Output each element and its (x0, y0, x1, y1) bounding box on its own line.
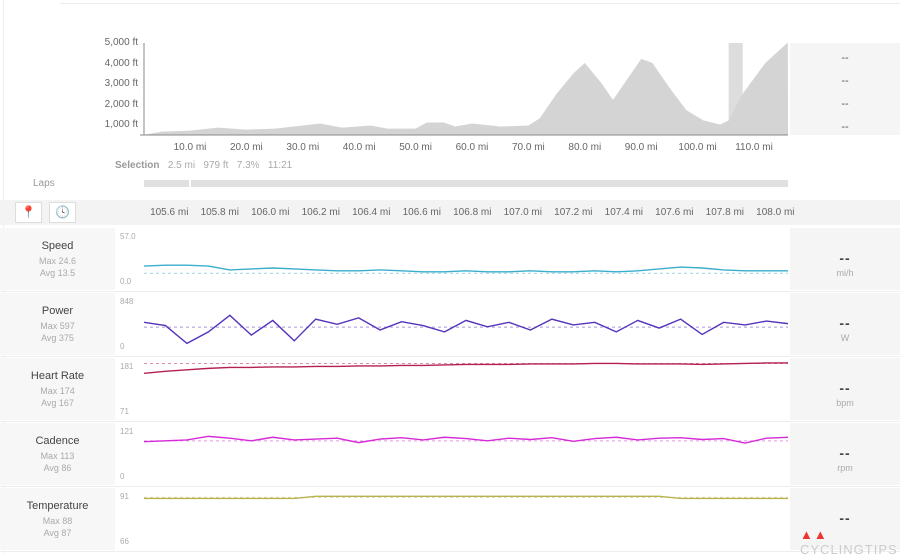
selection-label: Selection (115, 160, 160, 171)
metric-unit: rpm (837, 463, 853, 473)
map-pin-icon: 📍 (21, 205, 36, 219)
selection-grade: 7.3% (236, 160, 260, 171)
metric-avg: Avg 375 (41, 333, 74, 343)
metric-avg: Avg 86 (43, 463, 72, 473)
metric-ymax: 848 (120, 297, 134, 306)
metric-label-speed: Speed Max 24.6 Avg 13.5 (0, 228, 115, 290)
detail-x-tick-label: 108.0 mi (756, 207, 795, 218)
series-line-heart-rate (144, 362, 788, 374)
metric-current-value: -- (839, 380, 851, 396)
selection-elevation: 979 ft (203, 160, 229, 171)
metric-value-heart-rate: -- bpm (790, 358, 900, 420)
metric-ymin: 0 (120, 342, 125, 351)
map-pin-button[interactable]: 📍 (15, 202, 42, 223)
metric-label-temperature: Temperature Max 88 Avg 87 (0, 488, 115, 550)
metric-current-value: -- (839, 315, 851, 331)
metric-max: Max 113 (40, 451, 75, 461)
metric-label-heart-rate: Heart Rate Max 174 Avg 167 (0, 358, 115, 420)
metric-chart-power[interactable] (144, 293, 788, 355)
row-divider (0, 356, 900, 357)
metric-name: Power (41, 305, 74, 317)
metric-value-power: -- W (790, 293, 900, 355)
metric-chart-speed[interactable] (144, 228, 788, 290)
metric-label-cadence: Cadence Max 113 Avg 86 (0, 423, 115, 485)
lap-bar[interactable] (191, 180, 788, 187)
row-divider (0, 421, 900, 422)
lap-bar[interactable] (144, 180, 189, 187)
metric-unit: mi/h (836, 268, 854, 278)
metric-ymin: 0 (120, 472, 125, 481)
selection-time: 11:21 (267, 160, 293, 171)
metric-current-value: -- (839, 510, 851, 526)
elevation-value: -- (841, 98, 849, 110)
metric-avg: Avg 87 (43, 528, 72, 538)
elevation-values: -- -- -- -- (790, 43, 900, 135)
row-divider (0, 291, 900, 292)
metric-ymax: 57.0 (120, 232, 136, 241)
watermark-text: CYCLINGTIPS (800, 542, 898, 557)
metric-current-value: -- (839, 445, 851, 461)
metric-name: Temperature (26, 500, 89, 512)
row-divider (0, 486, 900, 487)
elevation-value: -- (841, 52, 849, 64)
series-line-power (144, 314, 788, 345)
metric-value-cadence: -- rpm (790, 423, 900, 485)
selection-distance: 2.5 mi (167, 160, 196, 171)
metric-avg: Avg 167 (41, 398, 74, 408)
metric-ymax: 121 (120, 427, 134, 436)
laps-label: Laps (33, 178, 55, 189)
series-line-speed (144, 264, 788, 273)
metric-ymin: 66 (120, 537, 129, 546)
metric-name: Heart Rate (30, 370, 85, 382)
metric-name: Speed (41, 240, 74, 252)
metric-chart-cadence[interactable] (144, 423, 788, 485)
metric-max: Max 88 (42, 516, 73, 526)
elevation-value: -- (841, 75, 849, 87)
metric-max: Max 174 (40, 386, 75, 396)
metric-unit: W (840, 333, 850, 343)
metric-max: Max 597 (40, 321, 75, 331)
row-divider (0, 551, 900, 552)
metric-unit: bpm (836, 398, 854, 408)
metric-chart-temperature[interactable] (144, 488, 788, 550)
metric-label-power: Power Max 597 Avg 375 (0, 293, 115, 355)
metric-avg: Avg 13.5 (39, 268, 76, 278)
metric-value-speed: -- mi/h (790, 228, 900, 290)
clock-button[interactable]: 🕓 (49, 202, 76, 223)
elevation-value: -- (841, 121, 849, 133)
elevation-area (143, 42, 788, 135)
metric-ymax: 181 (120, 362, 134, 371)
metric-ymin: 71 (120, 407, 129, 416)
selection-summary: Selection 2.5 mi 979 ft 7.3% 11:21 (115, 160, 292, 171)
metric-ymax: 91 (120, 492, 129, 501)
metric-ymin: 0.0 (120, 277, 132, 286)
metric-max: Max 24.6 (38, 256, 77, 266)
metric-name: Cadence (35, 435, 80, 447)
clock-icon: 🕓 (55, 205, 70, 219)
metric-current-value: -- (839, 250, 851, 266)
series-line-cadence (144, 435, 788, 444)
metric-chart-heart-rate[interactable] (144, 358, 788, 420)
